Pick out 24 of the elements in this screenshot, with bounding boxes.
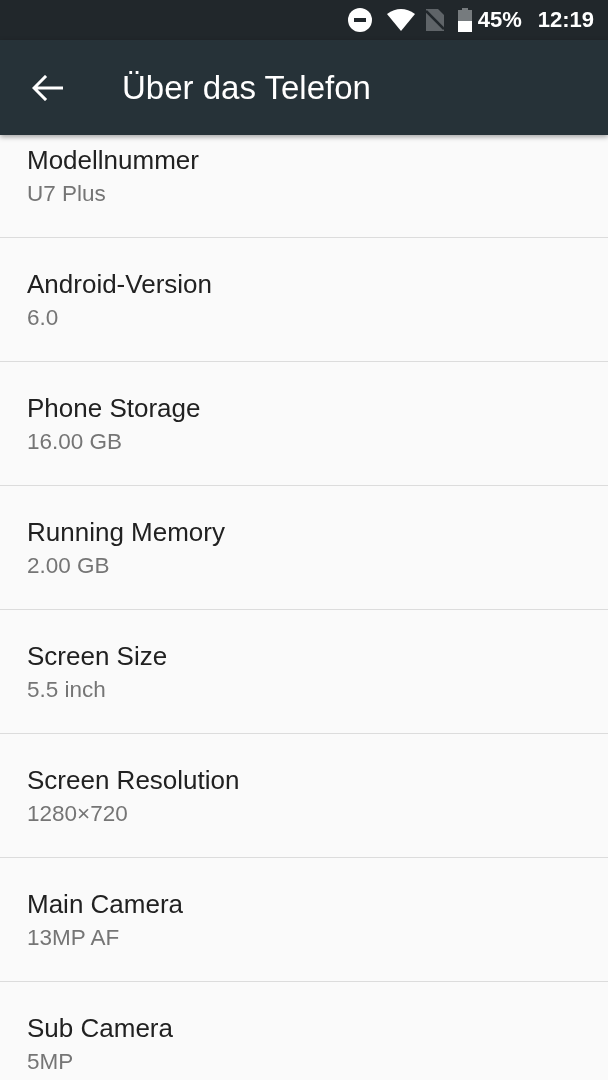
item-title: Sub Camera (27, 1012, 174, 1044)
item-title: Main Camera (27, 888, 185, 920)
item-value: 16.00 GB (27, 428, 124, 456)
item-value: U7 Plus (27, 180, 107, 208)
item-title: Screen Resolution (27, 764, 241, 796)
item-value: 5MP (27, 1048, 75, 1076)
item-title: Phone Storage (27, 392, 202, 424)
no-sim-icon (425, 9, 444, 31)
item-value: 2.00 GB (27, 552, 111, 580)
item-title: Screen Size (27, 640, 169, 672)
screen-title: Über das Telefon (122, 68, 371, 107)
do-not-disturb-icon (347, 8, 372, 32)
battery-percentage: 45% (477, 7, 522, 33)
item-value: 1280×720 (27, 800, 129, 828)
clock-time: 12:19 (537, 7, 594, 33)
battery-icon (457, 8, 472, 32)
item-value: 5.5 inch (27, 676, 107, 704)
back-arrow-icon[interactable] (32, 74, 63, 101)
wifi-icon (386, 9, 415, 31)
item-title: Modellnummer (27, 144, 200, 176)
item-title: Running Memory (27, 516, 226, 548)
item-value: 13MP AF (27, 924, 121, 952)
item-title: Android-Version (27, 268, 213, 300)
item-value: 6.0 (27, 304, 60, 332)
